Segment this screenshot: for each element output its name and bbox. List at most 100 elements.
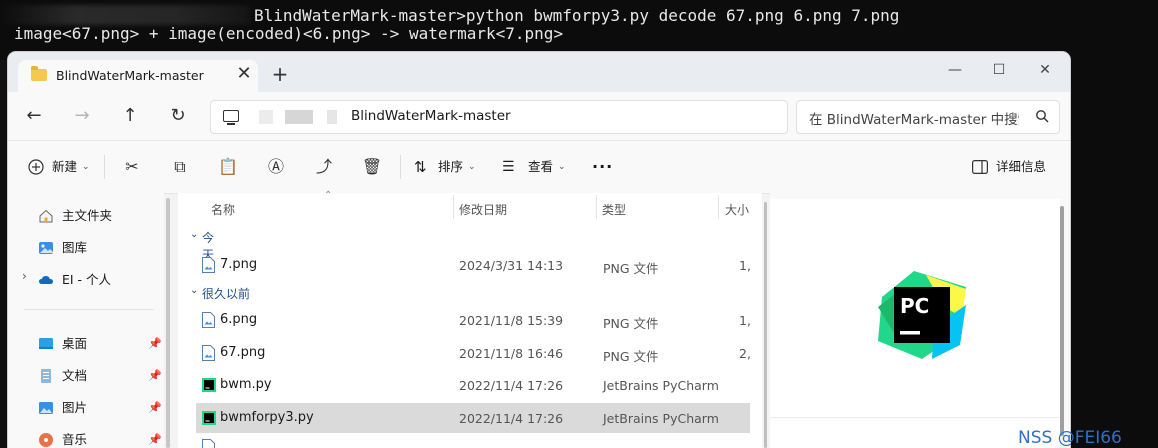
delete-icon[interactable]: 🗑 xyxy=(360,155,384,179)
file-type: PNG 文件 xyxy=(603,349,659,364)
close-window-button[interactable]: ✕ xyxy=(1022,56,1068,84)
sort-label: 排序 xyxy=(438,159,464,174)
file-name: bwmforpy3.py xyxy=(220,410,314,425)
image-file-icon xyxy=(202,257,215,273)
new-tab-button[interactable]: + xyxy=(270,64,290,84)
sort-icon: ⇅ xyxy=(414,158,427,176)
pycharm-file-icon xyxy=(202,411,216,425)
preview-card: PC xyxy=(770,199,1060,448)
file-size: 2, xyxy=(739,346,751,361)
more-options-button[interactable]: ··· xyxy=(592,155,613,179)
table-row[interactable]: 7.png 2024/3/31 14:13 PNG 文件 1, xyxy=(196,250,751,280)
view-icon: ☰ xyxy=(502,159,515,175)
file-date: 2022/11/4 17:26 xyxy=(459,411,564,426)
cut-icon[interactable]: ✂ xyxy=(120,155,144,179)
copy-icon[interactable]: ⧉ xyxy=(168,155,192,179)
up-button[interactable]: ↑ xyxy=(116,104,144,128)
column-header-date[interactable]: 修改日期 xyxy=(459,201,507,218)
redacted-path-segment xyxy=(259,110,273,124)
navigation-pane: 主文件夹 图库 › EI - 个人 桌面 📌 文档 📌 图片 📌 音乐 📌 xyxy=(8,193,164,448)
pictures-icon xyxy=(39,402,53,414)
folder-icon xyxy=(31,66,47,81)
column-divider[interactable] xyxy=(453,195,454,219)
terminal-command-line: BlindWaterMark-master>python bwmforpy3.p… xyxy=(254,6,900,25)
command-bar: 新建 ⌄ ✂ ⧉ 📋 Ⓐ ⤴ 🗑 ⇅ 排序 ⌄ ☰ 查看 ⌄ ··· 详细信息 xyxy=(8,140,1070,194)
terminal-window: BlindWaterMark-master>python bwmforpy3.p… xyxy=(0,0,1158,60)
partial-row-icon xyxy=(202,439,215,448)
column-divider[interactable] xyxy=(596,195,597,219)
search-input[interactable]: 在 BlindWaterMark-master 中搜索 xyxy=(796,100,1060,134)
nav-divider xyxy=(24,309,154,310)
chevron-down-icon: ⌄ xyxy=(558,162,566,172)
expand-chevron-icon[interactable]: › xyxy=(22,269,27,283)
column-header-type[interactable]: 类型 xyxy=(602,201,626,218)
rename-icon[interactable]: Ⓐ xyxy=(264,155,288,179)
view-label: 查看 xyxy=(528,159,554,174)
image-file-icon xyxy=(202,312,215,328)
column-header-size[interactable]: 大小 xyxy=(725,201,749,218)
toolbar-divider xyxy=(104,155,105,179)
computer-icon xyxy=(223,110,239,125)
file-list-scrollbar[interactable] xyxy=(764,202,767,448)
pin-icon[interactable]: 📌 xyxy=(148,397,162,419)
search-icon xyxy=(1036,110,1049,123)
terminal-output-line: image<67.png> + image(encoded)<6.png> ->… xyxy=(14,24,564,43)
title-bar: BlindWaterMark-master ✕ + — ☐ ✕ xyxy=(8,52,1070,92)
gallery-icon xyxy=(39,242,53,254)
terminal-right-area xyxy=(1070,60,1158,448)
file-name: bwm.py xyxy=(220,377,272,392)
nav-label: 图库 xyxy=(62,240,88,255)
pycharm-logo-icon: PC xyxy=(878,271,966,359)
minimize-button[interactable]: — xyxy=(932,56,978,84)
preview-pane: PC xyxy=(770,193,1070,448)
image-file-icon xyxy=(202,345,215,361)
address-input[interactable]: BlindWaterMark-master xyxy=(210,100,788,134)
table-row-selected[interactable]: bwmforpy3.py 2022/11/4 17:26 JetBrains P… xyxy=(196,403,750,433)
maximize-button[interactable]: ☐ xyxy=(976,56,1022,84)
nav-label: 文档 xyxy=(62,368,88,383)
preview-divider xyxy=(770,417,1060,418)
chevron-down-icon: ⌄ xyxy=(468,162,476,172)
nav-label: 桌面 xyxy=(62,336,88,351)
documents-icon xyxy=(41,369,51,383)
file-date: 2021/11/8 16:46 xyxy=(459,346,564,361)
redacted-path-segment xyxy=(327,110,337,124)
nav-scrollbar[interactable] xyxy=(166,198,170,448)
file-name: 6.png xyxy=(220,312,258,327)
file-list: ⌃ 名称 修改日期 类型 大小 ⌄ 今天 7.png 2024/3/31 14:… xyxy=(178,190,762,448)
toolbar-divider xyxy=(400,155,401,179)
tab-title: BlindWaterMark-master xyxy=(56,68,204,83)
address-bar-row: ← → ↑ ↻ BlindWaterMark-master 在 BlindWat… xyxy=(8,92,1070,140)
chevron-down-icon: ⌄ xyxy=(82,162,90,172)
details-label: 详细信息 xyxy=(996,159,1047,174)
refresh-button[interactable]: ↻ xyxy=(164,104,192,128)
column-header-name[interactable]: 名称 xyxy=(211,201,235,218)
file-date: 2021/11/8 15:39 xyxy=(459,313,564,328)
table-row[interactable]: 6.png 2021/11/8 15:39 PNG 文件 1, xyxy=(196,305,751,335)
column-divider[interactable] xyxy=(718,195,719,219)
explorer-tab[interactable]: BlindWaterMark-master ✕ xyxy=(18,60,258,92)
tab-close-button[interactable]: ✕ xyxy=(234,64,254,84)
pin-icon[interactable]: 📌 xyxy=(148,429,162,448)
back-button[interactable]: ← xyxy=(20,104,48,128)
file-name: 7.png xyxy=(220,257,258,272)
terminal-left-edge xyxy=(0,60,8,448)
table-row[interactable]: 67.png 2021/11/8 16:46 PNG 文件 2, xyxy=(196,338,751,368)
nav-label: 主文件夹 xyxy=(62,208,113,223)
file-date: 2024/3/31 14:13 xyxy=(459,258,564,273)
chevron-down-icon: ⌄ xyxy=(190,285,199,296)
forward-button[interactable]: → xyxy=(68,104,96,128)
preview-scrollbar[interactable] xyxy=(1060,206,1064,436)
paste-icon[interactable]: 📋 xyxy=(216,155,240,179)
table-row[interactable]: bwm.py 2022/11/4 17:26 JetBrains PyCharm xyxy=(196,370,750,400)
cloud-icon xyxy=(39,276,53,284)
pycharm-file-icon xyxy=(202,378,216,392)
pin-icon[interactable]: 📌 xyxy=(148,333,162,355)
address-path-text: BlindWaterMark-master xyxy=(351,108,511,124)
details-pane-icon xyxy=(972,160,988,174)
nav-label: 音乐 xyxy=(62,432,88,447)
watermark-text: NSS @FEI66 xyxy=(1018,428,1122,448)
pin-icon[interactable]: 📌 xyxy=(148,365,162,387)
desktop-icon xyxy=(39,338,53,349)
share-icon[interactable]: ⤴ xyxy=(312,155,336,179)
